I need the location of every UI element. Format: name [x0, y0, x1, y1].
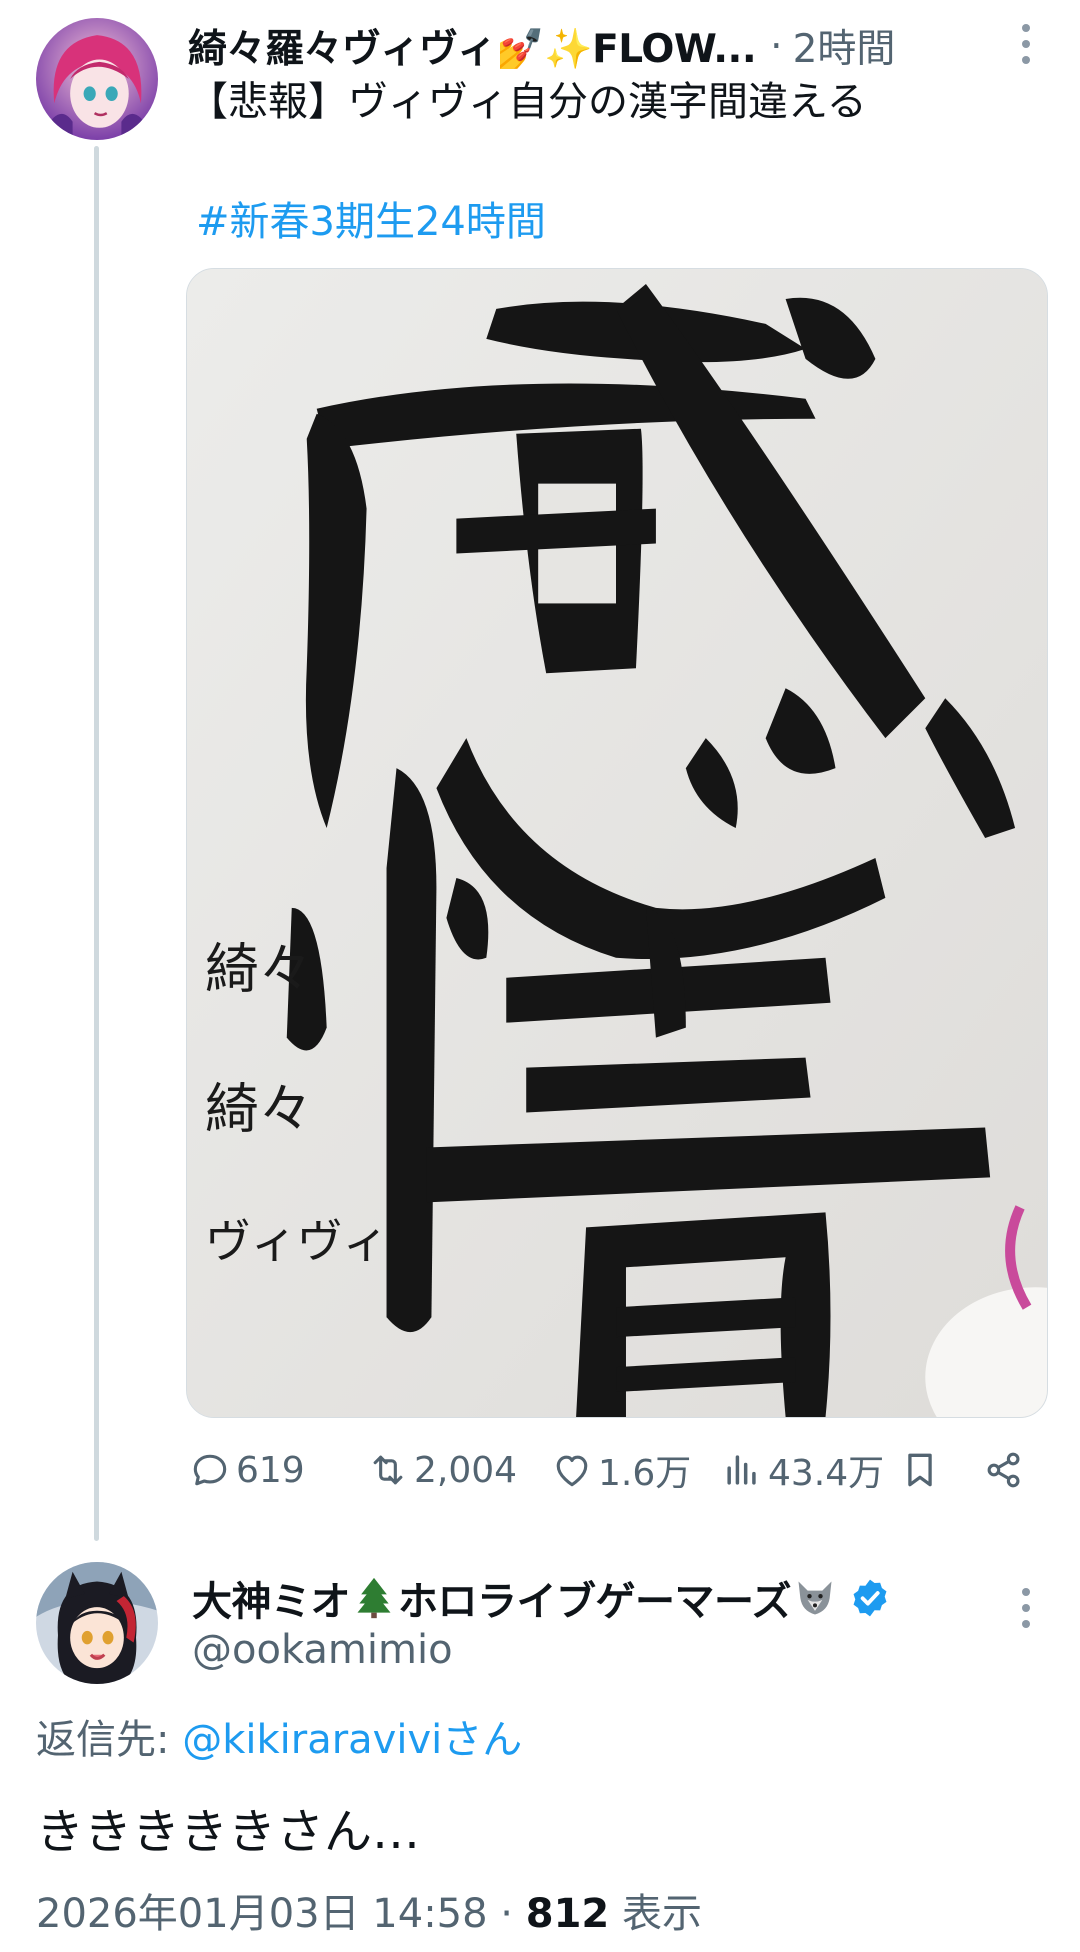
tweet-date[interactable]: 2026年01月03日 14:58 [36, 1891, 488, 1937]
reply-author-avatar[interactable] [36, 1562, 158, 1684]
reply-author-row: 大神ミオ ホロライブゲーマーズ [192, 1568, 891, 1628]
views-count: 43.4万 [768, 1453, 885, 1494]
share-icon [987, 1452, 1020, 1488]
replying-to: 返信先: @kikiraraviviさん [36, 1710, 522, 1770]
share-button[interactable] [982, 1440, 1026, 1500]
author-avatar[interactable] [36, 18, 158, 140]
header-separator: · [770, 23, 783, 69]
tweet-header: 綺々羅々ヴィヴィ💅✨FLOW... · 2時間 [188, 16, 1008, 76]
reply-more-options-icon[interactable] [1006, 1578, 1046, 1638]
tweet-image[interactable]: 綺々 綺々 ヴィヴィ [186, 268, 1048, 1418]
reply-author-handle[interactable]: @ookamimio [192, 1622, 453, 1678]
retweet-button[interactable]: 2,004 [366, 1440, 517, 1500]
reply-author-name-part-2[interactable]: ホロライブゲーマーズ [398, 1569, 792, 1627]
view-count: 812 [525, 1891, 610, 1937]
views-label: 表示 [609, 1891, 702, 1937]
signature-line-2: 綺々 [205, 1077, 313, 1140]
bookmark-button[interactable] [898, 1440, 942, 1500]
heart-icon [556, 1455, 588, 1487]
reply-text: きききききさん… [36, 1804, 421, 1860]
tweet-metadata: 2026年01月03日 14:58 · 812 表示 [36, 1884, 702, 1944]
retweet-icon [373, 1455, 403, 1485]
reply-icon [193, 1454, 227, 1486]
author-name[interactable]: 綺々羅々ヴィヴィ💅✨FLOW... [188, 18, 757, 74]
verified-badge-icon[interactable] [849, 1577, 891, 1619]
evergreen-tree-icon [352, 1576, 396, 1620]
meta-separator: · [487, 1891, 526, 1937]
tweet-thread-page: 綺々羅々ヴィヴィ💅✨FLOW... · 2時間 【悲報】ヴィヴィ自分の漢字間違え… [0, 0, 1080, 1952]
replying-to-label: 返信先: [36, 1717, 183, 1763]
vivi-avatar-image [36, 18, 158, 140]
mio-avatar-image [36, 1562, 158, 1684]
analytics-icon [727, 1455, 756, 1485]
reply-author-name-part-1[interactable]: 大神ミオ [192, 1569, 351, 1627]
signature-line-3: ヴィヴィ [205, 1214, 389, 1268]
replying-to-suffix[interactable]: さん [442, 1717, 522, 1763]
more-options-icon[interactable] [1006, 14, 1046, 74]
like-button[interactable]: 1.6万 [550, 1440, 691, 1500]
like-count: 1.6万 [598, 1453, 692, 1494]
retweet-count: 2,004 [414, 1449, 518, 1491]
wolf-icon [793, 1576, 837, 1620]
signature-line-1: 綺々 [205, 938, 313, 1001]
reply-count: 619 [236, 1449, 305, 1491]
views-button[interactable]: 43.4万 [720, 1440, 884, 1500]
hashtag-link[interactable]: #新春3期生24時間 [196, 192, 546, 252]
replying-to-handle-link[interactable]: @kikiraravivi [182, 1717, 442, 1763]
bookmark-icon [908, 1453, 932, 1487]
thread-connector-line [94, 146, 99, 1541]
calligraphy-photo: 綺々 綺々 ヴィヴィ [187, 269, 1047, 1417]
reply-button[interactable]: 619 [188, 1440, 305, 1500]
tweet-text: 【悲報】ヴィヴィ自分の漢字間違える [188, 79, 867, 125]
tweet-time[interactable]: 2時間 [793, 18, 896, 74]
